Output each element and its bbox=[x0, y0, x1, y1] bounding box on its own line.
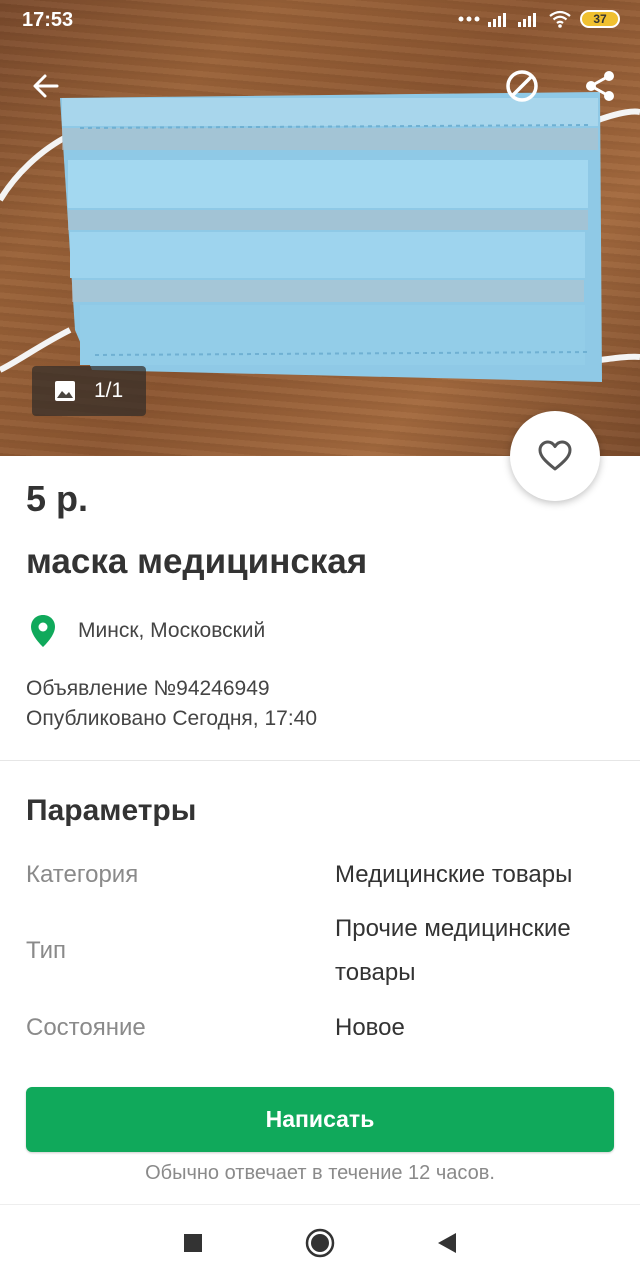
heart-icon bbox=[538, 440, 572, 471]
status-icons: 37 bbox=[458, 10, 620, 28]
block-button[interactable] bbox=[500, 64, 544, 108]
system-nav-bar bbox=[0, 1204, 640, 1280]
write-message-button[interactable]: Написать bbox=[26, 1087, 614, 1152]
status-bar: 17:53 37 bbox=[0, 0, 640, 40]
listing-title: маска медицинская bbox=[26, 542, 368, 581]
location-pin-icon bbox=[31, 615, 55, 647]
back-button[interactable] bbox=[24, 64, 68, 108]
ad-number: Объявление №94246949 bbox=[26, 677, 270, 700]
param-label: Категория bbox=[26, 861, 139, 888]
arrow-left-icon bbox=[33, 74, 59, 98]
location-text: Минск, Московский bbox=[78, 619, 266, 642]
param-row: Состояние Новое bbox=[26, 1006, 626, 1050]
image-icon bbox=[55, 381, 75, 401]
wifi-icon bbox=[549, 10, 571, 28]
battery-icon: 37 bbox=[580, 10, 620, 28]
signal-icon bbox=[518, 13, 536, 27]
share-icon bbox=[586, 71, 614, 101]
section-divider bbox=[0, 760, 640, 761]
home-icon[interactable] bbox=[304, 1227, 336, 1259]
share-button[interactable] bbox=[578, 64, 622, 108]
dots-icon bbox=[458, 16, 480, 22]
signal-icon bbox=[488, 13, 506, 27]
status-time: 17:53 bbox=[22, 9, 74, 31]
block-icon bbox=[506, 70, 538, 102]
params-heading: Параметры bbox=[26, 794, 197, 827]
back-triangle-icon[interactable] bbox=[436, 1231, 458, 1255]
param-row: Тип Прочие медицинские товары bbox=[26, 907, 626, 995]
reply-time-note: Обычно отвечает в течение 12 часов. bbox=[145, 1162, 495, 1184]
param-value: Прочие медицинские товары bbox=[335, 915, 571, 986]
published-date: Опубликовано Сегодня, 17:40 bbox=[26, 707, 318, 730]
photo-counter[interactable]: 1/1 bbox=[32, 366, 146, 416]
param-label: Состояние bbox=[26, 1014, 146, 1041]
param-row: Категория Медицинские товары bbox=[26, 853, 626, 897]
param-label: Тип bbox=[26, 937, 67, 964]
favorite-button[interactable] bbox=[510, 411, 600, 501]
param-value: Медицинские товары bbox=[335, 861, 573, 888]
recent-apps-icon[interactable] bbox=[182, 1232, 204, 1254]
listing-location[interactable]: Минск, Московский bbox=[30, 614, 265, 648]
param-value: Новое bbox=[335, 1014, 405, 1041]
photo-counter-text: 1/1 bbox=[94, 379, 124, 402]
listing-price: 5 р. bbox=[26, 478, 89, 519]
